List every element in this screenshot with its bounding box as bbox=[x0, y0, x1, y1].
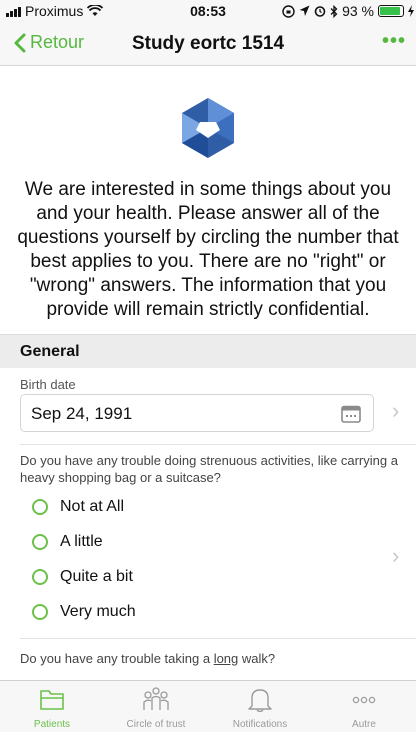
question-emphasis: long bbox=[213, 651, 239, 666]
question-text: walk? bbox=[238, 651, 276, 666]
option-a-little[interactable]: A little bbox=[32, 533, 103, 551]
status-bar-right: 93 % bbox=[282, 3, 414, 19]
divider bbox=[20, 444, 416, 445]
birth-date-label: Birth date bbox=[20, 377, 76, 392]
option-label: Not at All bbox=[60, 498, 125, 515]
people-icon bbox=[143, 687, 169, 710]
birth-date-field[interactable]: Sep 24, 1991 bbox=[20, 394, 374, 432]
alarm-icon bbox=[314, 6, 326, 17]
tab-circle-of-trust[interactable]: Circle of trust bbox=[104, 681, 208, 732]
radio-unchecked-icon[interactable] bbox=[32, 569, 48, 585]
nav-bar: Retour Study eortc 1514 ••• bbox=[0, 22, 416, 66]
tab-label: Patients bbox=[33, 719, 71, 730]
battery-icon bbox=[378, 5, 404, 17]
radio-unchecked-icon[interactable] bbox=[32, 499, 48, 515]
chevron-right-icon[interactable]: › bbox=[392, 543, 399, 569]
section-title: General bbox=[20, 343, 80, 360]
tab-bar: Patients Circle of trust Notifications A… bbox=[0, 680, 416, 732]
intro-text: We are interested in some things about y… bbox=[17, 179, 399, 320]
tab-notifications[interactable]: Notifications bbox=[208, 681, 312, 732]
app-logo bbox=[182, 98, 234, 158]
option-label: Very much bbox=[60, 603, 136, 620]
tab-label: Autre bbox=[352, 719, 376, 730]
tab-label: Circle of trust bbox=[126, 719, 186, 730]
charging-icon bbox=[408, 5, 414, 17]
question-strenuous-activities: Do you have any trouble doing strenuous … bbox=[20, 453, 398, 485]
option-very-much[interactable]: Very much bbox=[32, 603, 136, 621]
more-icon bbox=[352, 696, 376, 704]
option-label: A little bbox=[60, 533, 103, 550]
option-not-at-all[interactable]: Not at All bbox=[32, 498, 124, 516]
tab-autre[interactable]: Autre bbox=[312, 681, 416, 732]
tab-label: Notifications bbox=[232, 719, 288, 730]
battery-fill bbox=[380, 7, 401, 15]
status-bar: Proximus 08:53 93 % bbox=[0, 0, 416, 22]
radio-unchecked-icon[interactable] bbox=[32, 534, 48, 550]
page-title: Study eortc 1514 bbox=[131, 33, 285, 54]
bell-icon bbox=[248, 689, 272, 712]
divider bbox=[20, 638, 416, 639]
location-icon bbox=[299, 5, 310, 16]
folder-icon bbox=[40, 690, 64, 710]
bluetooth-icon bbox=[330, 4, 338, 18]
chevron-right-icon[interactable]: › bbox=[392, 398, 399, 424]
radio-unchecked-icon[interactable] bbox=[32, 604, 48, 620]
battery-percent: 93 % bbox=[342, 3, 374, 19]
question-long-walk: Do you have any trouble taking a long wa… bbox=[20, 650, 400, 667]
section-header: General bbox=[0, 334, 416, 368]
option-label: Quite a bit bbox=[60, 568, 133, 585]
screen-lock-icon bbox=[282, 4, 295, 18]
more-options-button[interactable]: ••• bbox=[382, 30, 406, 53]
option-quite-a-bit[interactable]: Quite a bit bbox=[32, 568, 133, 586]
birth-date-value: Sep 24, 1991 bbox=[31, 404, 133, 423]
tab-patients[interactable]: Patients bbox=[0, 681, 104, 732]
question-text: Do you have any trouble taking a bbox=[20, 651, 214, 666]
calendar-icon[interactable] bbox=[341, 404, 361, 423]
